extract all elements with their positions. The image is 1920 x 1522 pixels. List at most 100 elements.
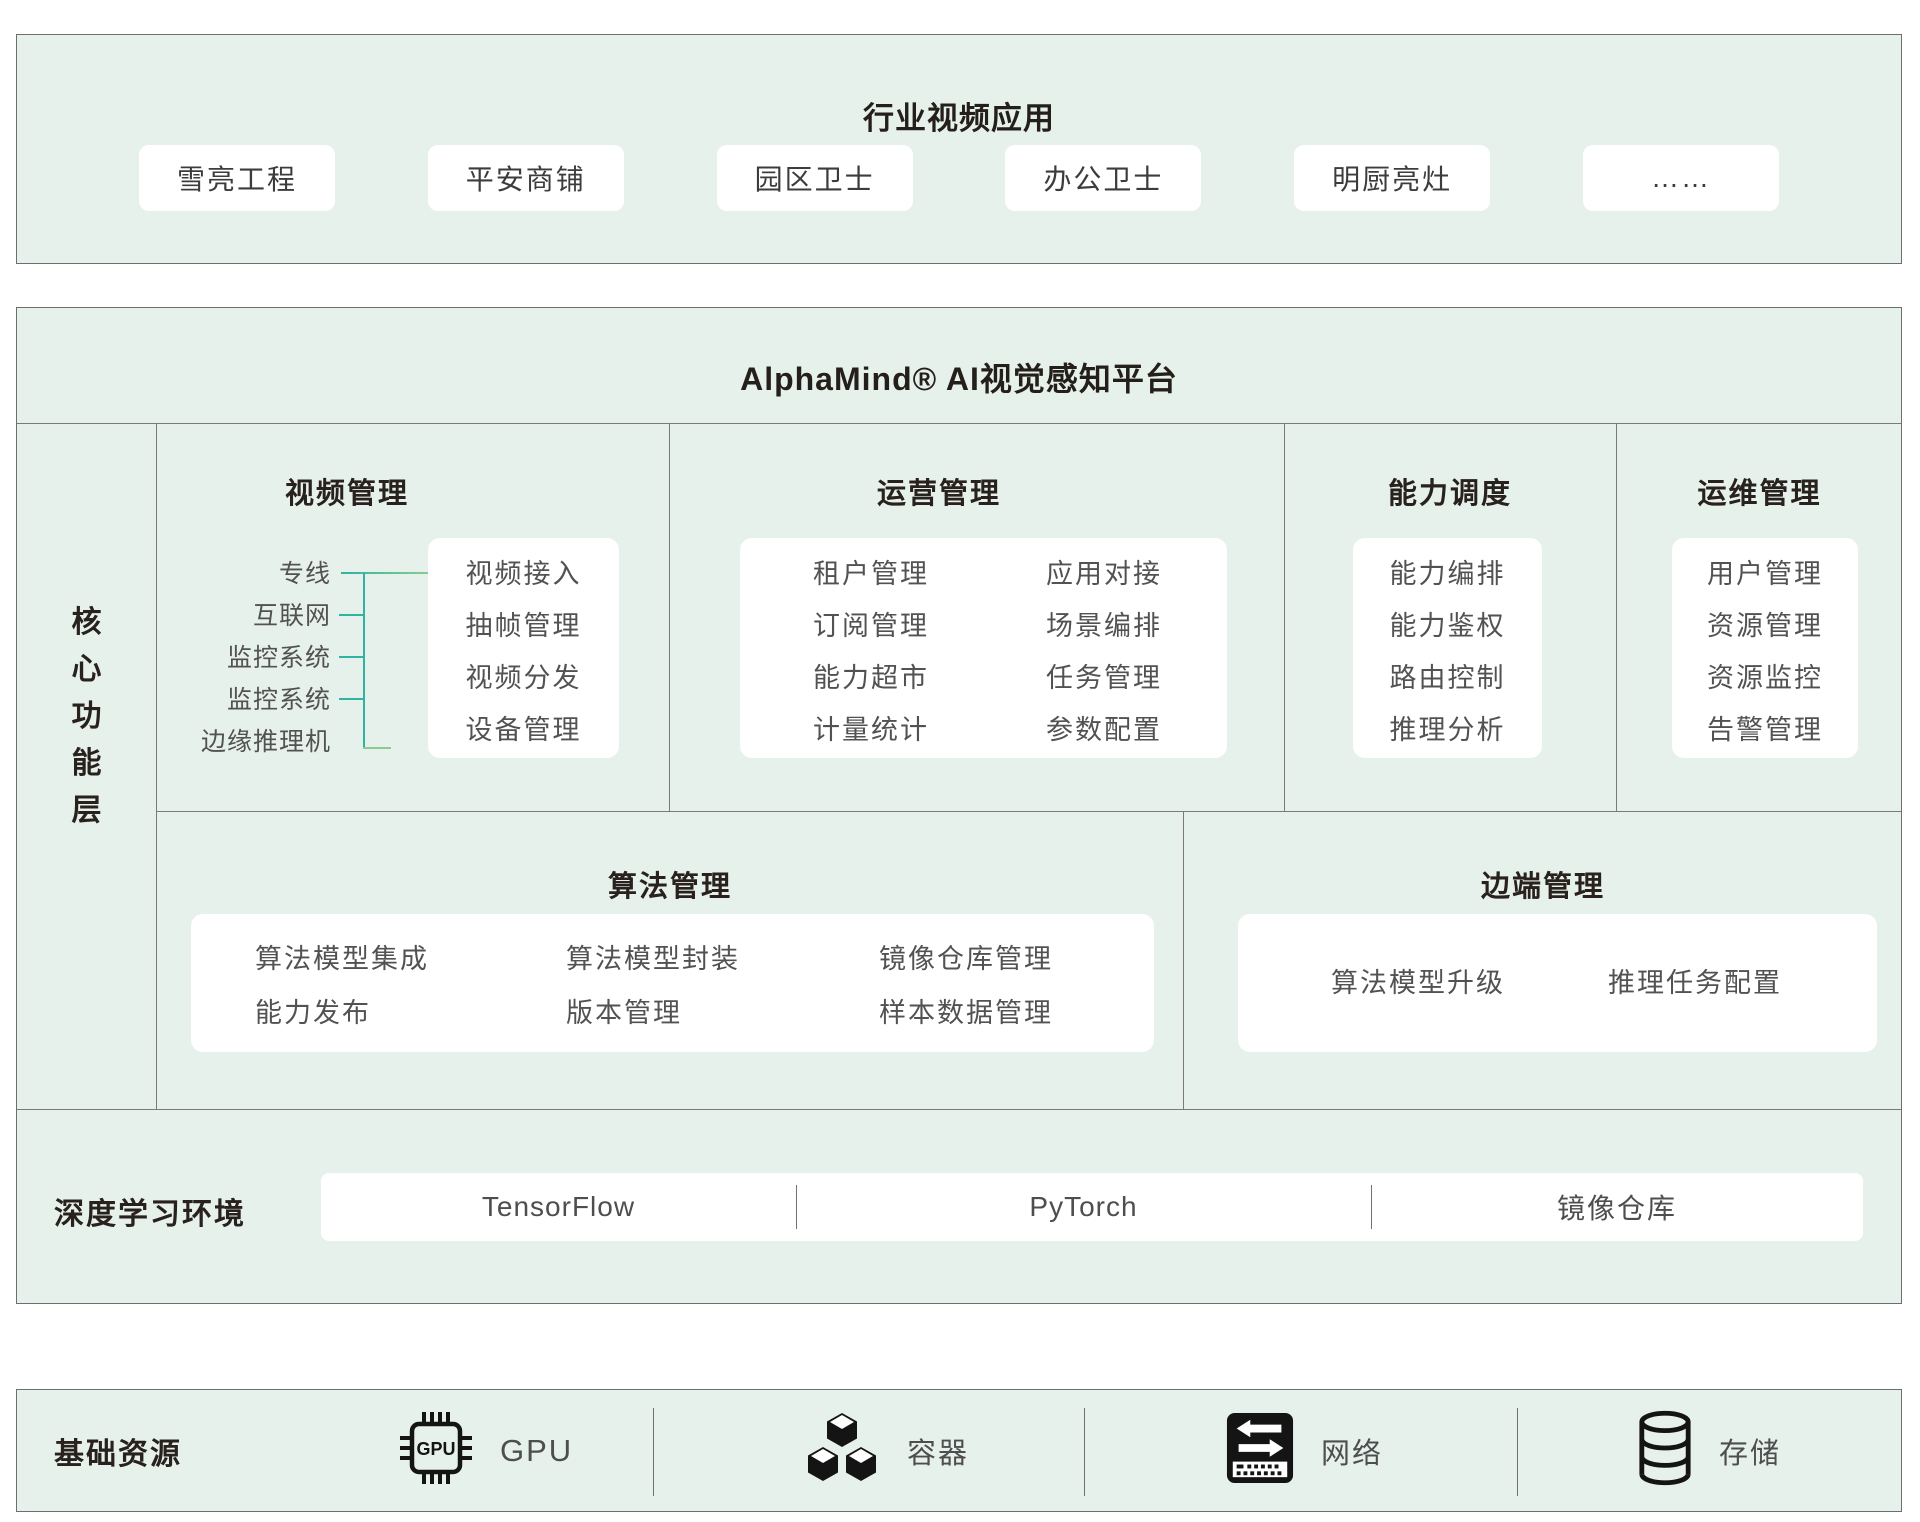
connector-tick bbox=[339, 656, 363, 658]
app-chip-ellipsis: …… bbox=[1583, 145, 1779, 211]
ops-item: 参数配置 bbox=[1009, 704, 1199, 756]
capability-box: 能力编排 能力鉴权 路由控制 推理分析 bbox=[1353, 538, 1542, 758]
row2-divider bbox=[17, 1109, 1901, 1110]
row1-divider bbox=[157, 811, 1901, 812]
ops-item: 能力超市 bbox=[776, 652, 966, 704]
algorithm-box: 算法模型集成 能力发布 算法模型封装 版本管理 镜像仓库管理 样本数据管理 bbox=[191, 914, 1154, 1052]
gpu-icon: GPU bbox=[398, 1410, 474, 1491]
capability-item: 路由控制 bbox=[1353, 652, 1542, 704]
platform-section: AlphaMind® AI视觉感知平台 核心功能层 视频管理 运营管理 能力调度… bbox=[16, 307, 1902, 1304]
algo-item: 算法模型集成 bbox=[255, 932, 429, 986]
ops-item: 场景编排 bbox=[1009, 600, 1199, 652]
resource-network-label: 网络 bbox=[1321, 1430, 1383, 1472]
core-layer-label: 核心功能层 bbox=[70, 599, 104, 834]
video-source: 互联网 bbox=[137, 595, 331, 637]
ops-col-1: 租户管理 订阅管理 能力超市 计量统计 bbox=[776, 548, 966, 756]
industry-apps-title: 行业视频应用 bbox=[17, 93, 1901, 138]
video-source: 专线 bbox=[137, 553, 331, 595]
container-icon bbox=[803, 1409, 881, 1492]
app-chip-mingchu: 明厨亮灶 bbox=[1294, 145, 1490, 211]
maintenance-item: 用户管理 bbox=[1672, 548, 1858, 600]
resource-gpu: GPU GPU bbox=[398, 1390, 573, 1511]
dl-env-bar: TensorFlow PyTorch 镜像仓库 bbox=[321, 1173, 1863, 1241]
maintenance-item: 资源管理 bbox=[1672, 600, 1858, 652]
video-mgmt-title: 视频管理 bbox=[167, 470, 527, 512]
network-icon bbox=[1225, 1409, 1295, 1492]
app-chip-xueliang: 雪亮工程 bbox=[139, 145, 335, 211]
dl-env-divider bbox=[796, 1185, 797, 1229]
ops-item: 任务管理 bbox=[1009, 652, 1199, 704]
edge-box: 算法模型升级 推理任务配置 bbox=[1238, 914, 1877, 1052]
algo-item: 镜像仓库管理 bbox=[879, 932, 1053, 986]
platform-title: AlphaMind® AI视觉感知平台 bbox=[17, 354, 1901, 400]
video-function: 设备管理 bbox=[428, 704, 619, 756]
industry-apps-section: 行业视频应用 雪亮工程 平安商铺 园区卫士 办公卫士 明厨亮灶 …… bbox=[16, 34, 1902, 264]
connector-bus bbox=[363, 573, 365, 749]
maintenance-item: 资源监控 bbox=[1672, 652, 1858, 704]
dl-env-tensorflow: TensorFlow bbox=[321, 1173, 796, 1241]
edge-item: 推理任务配置 bbox=[1555, 914, 1835, 1052]
dl-env-divider bbox=[1371, 1185, 1372, 1229]
video-function: 视频分发 bbox=[428, 652, 619, 704]
algo-col-1: 算法模型集成 能力发布 bbox=[255, 932, 429, 1040]
video-source: 监控系统 bbox=[137, 679, 331, 721]
ops-item: 订阅管理 bbox=[776, 600, 966, 652]
resource-divider bbox=[1517, 1408, 1518, 1496]
resource-storage-label: 存储 bbox=[1719, 1430, 1781, 1472]
resource-container-label: 容器 bbox=[907, 1430, 969, 1472]
video-function: 视频接入 bbox=[428, 548, 619, 600]
ops-col-2: 应用对接 场景编排 任务管理 参数配置 bbox=[1009, 548, 1199, 756]
resource-container: 容器 bbox=[803, 1390, 969, 1511]
connector-line-main bbox=[341, 572, 429, 574]
video-functions-box: 视频接入 抽帧管理 视频分发 设备管理 bbox=[428, 538, 619, 758]
ops-mgmt-title: 运营管理 bbox=[669, 470, 1209, 512]
video-source: 监控系统 bbox=[137, 637, 331, 679]
connector-stub bbox=[363, 747, 391, 749]
dl-env-pytorch: PyTorch bbox=[796, 1173, 1371, 1241]
maintenance-box: 用户管理 资源管理 资源监控 告警管理 bbox=[1672, 538, 1858, 758]
maintenance-title: 运维管理 bbox=[1616, 470, 1903, 512]
algo-col-2: 算法模型封装 版本管理 bbox=[566, 932, 740, 1040]
connector-tick bbox=[339, 614, 363, 616]
resource-storage: 存储 bbox=[1637, 1390, 1781, 1511]
edge-item: 算法模型升级 bbox=[1278, 914, 1558, 1052]
core-layer-strip: 核心功能层 bbox=[17, 423, 157, 1109]
title-divider bbox=[17, 423, 1901, 424]
algo-col-3: 镜像仓库管理 样本数据管理 bbox=[879, 932, 1053, 1040]
app-chip-yuanqu: 园区卫士 bbox=[717, 145, 913, 211]
maintenance-item: 告警管理 bbox=[1672, 704, 1858, 756]
capability-item: 能力鉴权 bbox=[1353, 600, 1542, 652]
connector-tick bbox=[339, 698, 363, 700]
video-sources-list: 专线 互联网 监控系统 监控系统 边缘推理机 bbox=[137, 553, 331, 763]
video-source: 边缘推理机 bbox=[137, 721, 331, 763]
industry-apps-row: 雪亮工程 平安商铺 园区卫士 办公卫士 明厨亮灶 …… bbox=[17, 145, 1901, 211]
algo-item: 版本管理 bbox=[566, 986, 740, 1040]
capability-item: 能力编排 bbox=[1353, 548, 1542, 600]
resource-divider bbox=[1084, 1408, 1085, 1496]
base-resources-section: 基础资源 GPU GPU bbox=[16, 1389, 1902, 1512]
architecture-diagram: 行业视频应用 雪亮工程 平安商铺 园区卫士 办公卫士 明厨亮灶 …… Alpha… bbox=[0, 0, 1920, 1522]
resource-network: 网络 bbox=[1225, 1390, 1383, 1511]
algorithm-title: 算法管理 bbox=[157, 863, 1183, 905]
algo-item: 能力发布 bbox=[255, 986, 429, 1040]
edge-title: 边端管理 bbox=[1183, 863, 1903, 905]
algo-item: 算法模型封装 bbox=[566, 932, 740, 986]
resource-divider bbox=[653, 1408, 654, 1496]
app-chip-bangong: 办公卫士 bbox=[1005, 145, 1201, 211]
resource-gpu-label: GPU bbox=[500, 1433, 573, 1469]
ops-item: 应用对接 bbox=[1009, 548, 1199, 600]
algo-item: 样本数据管理 bbox=[879, 986, 1053, 1040]
app-chip-pingan: 平安商铺 bbox=[428, 145, 624, 211]
video-function: 抽帧管理 bbox=[428, 600, 619, 652]
ops-item: 计量统计 bbox=[776, 704, 966, 756]
capability-title: 能力调度 bbox=[1284, 470, 1616, 512]
dl-env-registry: 镜像仓库 bbox=[1371, 1173, 1863, 1241]
storage-icon bbox=[1637, 1409, 1693, 1492]
ops-item: 租户管理 bbox=[776, 548, 966, 600]
base-resources-label: 基础资源 bbox=[54, 1390, 182, 1511]
dl-env-label: 深度学习环境 bbox=[54, 1189, 304, 1233]
ops-mgmt-box: 租户管理 订阅管理 能力超市 计量统计 应用对接 场景编排 任务管理 参数配置 bbox=[740, 538, 1227, 758]
svg-text:GPU: GPU bbox=[416, 1439, 455, 1459]
capability-item: 推理分析 bbox=[1353, 704, 1542, 756]
row2-col-divider bbox=[1183, 811, 1184, 1109]
